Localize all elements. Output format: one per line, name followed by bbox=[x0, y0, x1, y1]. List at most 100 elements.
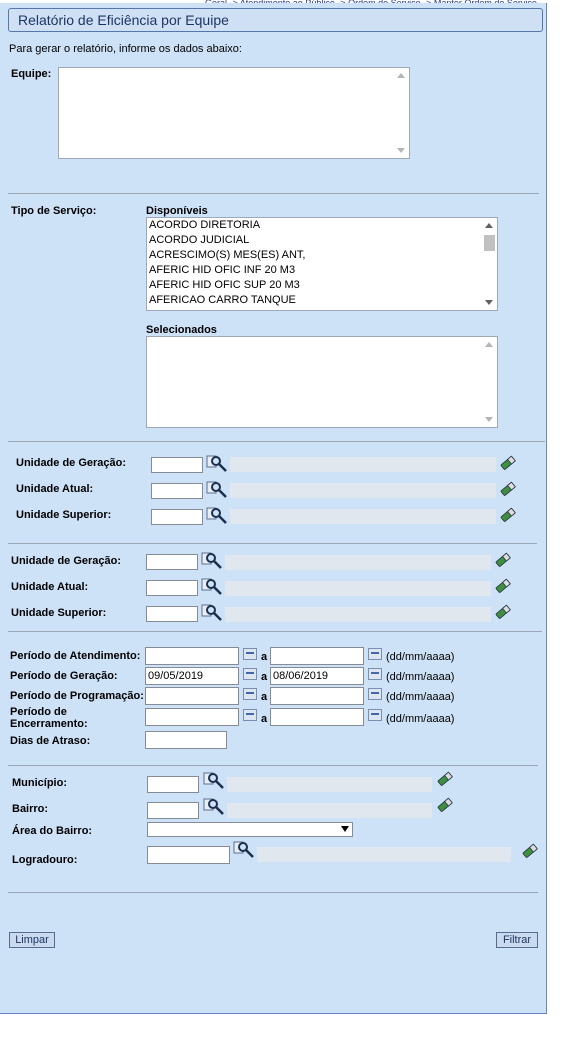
dias-atraso-input[interactable] bbox=[145, 731, 227, 749]
periodo-encerramento-label: Período de Encerramento: bbox=[10, 706, 88, 730]
unidade-atual-input[interactable] bbox=[146, 580, 198, 596]
search-icon[interactable] bbox=[201, 604, 223, 622]
unidade-superior-input[interactable] bbox=[151, 509, 203, 525]
unidade-superior-description bbox=[230, 509, 496, 524]
disponiveis-label: Disponíveis bbox=[146, 205, 208, 217]
calendar-icon[interactable] bbox=[368, 688, 382, 700]
search-icon[interactable] bbox=[203, 798, 225, 816]
bairro-description bbox=[227, 803, 432, 818]
periodo-atendimento-inicio-input[interactable] bbox=[145, 647, 239, 665]
selecionados-label: Selecionados bbox=[146, 324, 217, 336]
range-separator: a bbox=[261, 671, 268, 683]
bairro-input[interactable] bbox=[147, 802, 199, 819]
logradouro-input[interactable] bbox=[147, 846, 230, 864]
selecionados-listbox[interactable] bbox=[146, 336, 498, 428]
date-format-hint: (dd/mm/aaaa) bbox=[386, 713, 455, 725]
eraser-icon[interactable] bbox=[500, 455, 516, 471]
report-form-panel: Relatório de Eficiência por Equipe Para … bbox=[0, 3, 547, 1014]
search-icon[interactable] bbox=[201, 578, 223, 596]
list-item[interactable]: AFERIC HID OFIC INF 20 M3 bbox=[149, 263, 295, 278]
search-icon[interactable] bbox=[206, 455, 228, 473]
chevron-down-icon bbox=[341, 826, 349, 832]
periodo-geracao-fim-input[interactable]: 08/06/2019 bbox=[270, 667, 364, 685]
logradouro-label: Logradouro: bbox=[12, 854, 78, 866]
calendar-icon[interactable] bbox=[368, 668, 382, 680]
disponiveis-scrollbar[interactable] bbox=[482, 218, 497, 310]
periodo-programacao-label: Período de Programação: bbox=[10, 690, 144, 702]
unidade-atual-label: Unidade Atual: bbox=[11, 581, 89, 593]
eraser-icon[interactable] bbox=[495, 552, 511, 568]
eraser-icon[interactable] bbox=[437, 797, 453, 813]
search-icon[interactable] bbox=[203, 772, 225, 790]
list-item[interactable]: ACORDO JUDICIAL bbox=[149, 233, 249, 248]
eraser-icon[interactable] bbox=[495, 578, 511, 594]
calendar-icon[interactable] bbox=[243, 648, 257, 660]
calendar-icon[interactable] bbox=[243, 688, 257, 700]
search-icon[interactable] bbox=[233, 841, 255, 859]
date-format-hint: (dd/mm/aaaa) bbox=[386, 671, 455, 683]
periodo-geracao-inicio-input[interactable]: 09/05/2019 bbox=[145, 667, 239, 685]
unidade-geracao-description bbox=[230, 457, 496, 472]
unidade-superior-label: Unidade Superior: bbox=[11, 607, 107, 619]
search-icon[interactable] bbox=[206, 481, 228, 499]
periodo-atendimento-label: Período de Atendimento: bbox=[10, 650, 141, 662]
search-icon[interactable] bbox=[206, 507, 228, 525]
unidade-atual-label: Unidade Atual: bbox=[16, 483, 94, 495]
periodo-atendimento-fim-input[interactable] bbox=[270, 647, 364, 665]
list-item[interactable]: ACRESCIMO(S) MES(ES) ANT, bbox=[149, 248, 305, 263]
municipio-label: Município: bbox=[12, 777, 67, 789]
list-item[interactable]: AFERICAO CARRO TANQUE bbox=[149, 293, 296, 308]
unidade-geracao-label: Unidade de Geração: bbox=[11, 555, 122, 567]
limpar-button[interactable]: Limpar bbox=[9, 932, 55, 948]
selecionados-scrollbar[interactable] bbox=[482, 337, 497, 427]
divider bbox=[8, 892, 538, 893]
title-bar: Relatório de Eficiência por Equipe bbox=[8, 8, 543, 32]
search-icon[interactable] bbox=[201, 552, 223, 570]
range-separator: a bbox=[261, 691, 268, 703]
calendar-icon[interactable] bbox=[243, 668, 257, 680]
unidade-superior-input[interactable] bbox=[146, 606, 198, 622]
eraser-icon[interactable] bbox=[522, 843, 538, 859]
intro-text: Para gerar o relatório, informe os dados… bbox=[9, 43, 242, 55]
unidade-geracao-input[interactable] bbox=[151, 457, 203, 473]
filtrar-button[interactable]: Filtrar bbox=[496, 932, 538, 948]
calendar-icon[interactable] bbox=[243, 709, 257, 721]
area-bairro-select[interactable] bbox=[147, 822, 353, 837]
range-separator: a bbox=[261, 713, 268, 725]
tipo-servico-label: Tipo de Serviço: bbox=[11, 205, 97, 217]
eraser-icon[interactable] bbox=[495, 604, 511, 620]
unidade-atual-description bbox=[230, 483, 496, 498]
divider bbox=[8, 543, 537, 544]
unidade-geracao-description bbox=[225, 555, 491, 570]
unidade-superior-label: Unidade Superior: bbox=[16, 509, 112, 521]
periodo-encerramento-inicio-input[interactable] bbox=[145, 708, 239, 726]
unidade-geracao-input[interactable] bbox=[146, 554, 198, 570]
list-item[interactable]: AFERIC HID OFIC SUP 20 M3 bbox=[149, 278, 300, 293]
equipe-textarea[interactable] bbox=[58, 67, 410, 159]
unidade-atual-input[interactable] bbox=[151, 483, 203, 499]
area-bairro-label: Área do Bairro: bbox=[12, 825, 93, 837]
disponiveis-listbox[interactable]: ACORDO DIRETORIA ACORDO JUDICIAL ACRESCI… bbox=[146, 217, 498, 311]
municipio-description bbox=[227, 777, 432, 792]
eraser-icon[interactable] bbox=[437, 771, 453, 787]
bairro-label: Bairro: bbox=[12, 803, 49, 815]
list-item[interactable]: ACORDO DIRETORIA bbox=[149, 218, 260, 233]
calendar-icon[interactable] bbox=[368, 709, 382, 721]
periodo-encerramento-fim-input[interactable] bbox=[270, 708, 364, 726]
calendar-icon[interactable] bbox=[368, 648, 382, 660]
page-title: Relatório de Eficiência por Equipe bbox=[18, 12, 229, 28]
date-format-hint: (dd/mm/aaaa) bbox=[386, 691, 455, 703]
eraser-icon[interactable] bbox=[500, 507, 516, 523]
unidade-superior-description bbox=[225, 607, 491, 622]
periodo-programacao-inicio-input[interactable] bbox=[145, 687, 239, 705]
dias-atraso-label: Dias de Atraso: bbox=[10, 735, 91, 747]
municipio-input[interactable] bbox=[147, 776, 199, 793]
eraser-icon[interactable] bbox=[500, 481, 516, 497]
logradouro-description bbox=[257, 847, 511, 862]
equipe-scrollbar[interactable] bbox=[394, 68, 409, 158]
divider bbox=[8, 765, 538, 766]
date-format-hint: (dd/mm/aaaa) bbox=[386, 651, 455, 663]
equipe-label: Equipe: bbox=[11, 68, 52, 80]
periodo-programacao-fim-input[interactable] bbox=[270, 687, 364, 705]
divider bbox=[8, 631, 542, 632]
